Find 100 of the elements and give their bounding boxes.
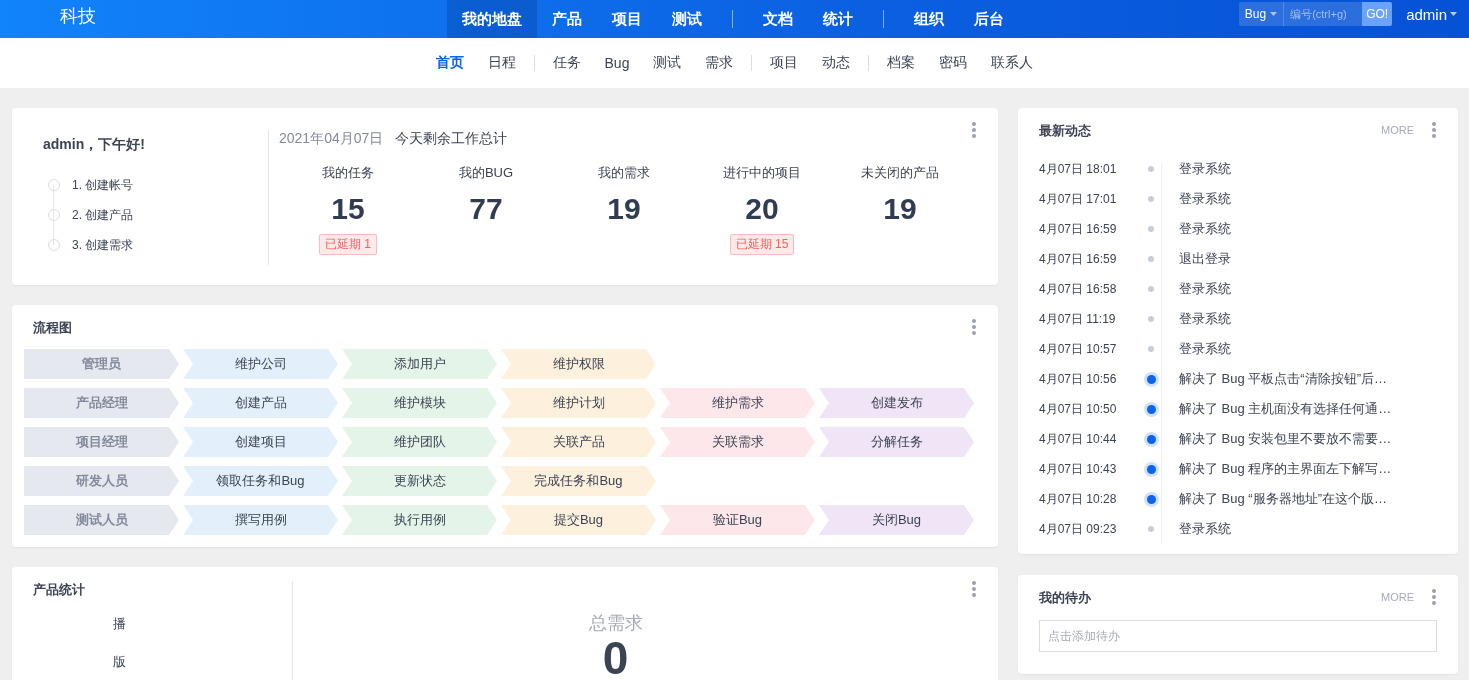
more-options-icon[interactable] [1432,122,1436,138]
flow-step[interactable]: 创建产品 [183,388,338,418]
activity-text: 解决了 Bug 程序的主界面左下解写… [1179,460,1392,478]
flow-step[interactable]: 更新状态 [342,466,497,496]
flow-step[interactable]: 维护公司 [183,349,338,379]
flow-step[interactable]: 完成任务和Bug [501,466,656,496]
flow-step[interactable]: 维护需求 [660,388,815,418]
flow-step[interactable]: 撰写用例 [183,505,338,535]
product-item[interactable]: 版 [113,653,292,671]
subnav-tab[interactable]: 项目 [758,54,811,72]
type-dropdown[interactable]: Bug [1238,2,1285,26]
caret-icon [1450,12,1457,16]
more-options-icon[interactable] [972,319,976,335]
stat-value: 20 [745,192,779,226]
activity-text: 登录系统 [1179,190,1231,208]
greeting: admin，下午好! [43,136,146,154]
delayed-badge: 已延期 1 [319,234,377,255]
step-label: 2. 创建产品 [72,206,134,224]
total-value: 0 [602,635,629,680]
flow-step[interactable]: 关闭Bug [819,505,974,535]
activity-time: 4月07日 10:57 [1039,340,1118,358]
nav-tab[interactable]: 产品 [537,0,597,38]
role-label: 管理员 [24,349,179,379]
add-todo-field[interactable]: 点击添加待办 [1039,620,1437,652]
activity-time: 4月07日 10:28 [1039,490,1118,508]
activity-text: 登录系统 [1179,280,1231,298]
activity-time: 4月07日 10:56 [1039,370,1118,388]
role-label: 项目经理 [24,427,179,457]
flow-step[interactable]: 创建项目 [183,427,338,457]
activity-text: 解决了 Bug “服务器地址”在这个版… [1179,490,1387,508]
nav-tab[interactable]: 测试 [657,0,717,38]
activity-text: 解决了 Bug 安装包里不要放不需要… [1179,430,1392,448]
nav-tab[interactable]: 统计 [808,0,868,38]
activity-text: 登录系统 [1179,520,1231,538]
subnav-tab[interactable]: 测试 [641,54,694,72]
product-item[interactable]: 播 [113,615,292,633]
subnav-tab[interactable]: 首页 [423,54,476,72]
nav-tab[interactable]: 后台 [959,0,1019,38]
flow-step[interactable]: 维护模块 [342,388,497,418]
more-options-icon[interactable] [972,122,976,138]
subnav-tab[interactable]: 动态 [810,54,863,72]
card-title: 产品统计 [33,581,85,599]
subnav-tab[interactable]: 档案 [875,54,928,72]
flow-step[interactable]: 添加用户 [342,349,497,379]
nav-tab[interactable]: 组织 [899,0,959,38]
flow-step[interactable]: 维护权限 [501,349,656,379]
step-label: 3. 创建需求 [72,236,134,254]
activity-text: 退出登录 [1179,250,1231,268]
stat-value: 19 [883,192,917,226]
activity-text: 解决了 Bug 平板点击“清除按钮”后… [1179,370,1387,388]
activity-text: 解决了 Bug 主机面没有选择任何通… [1179,400,1392,418]
nav-tab[interactable]: 文档 [748,0,808,38]
subnav-tab[interactable]: 联系人 [979,54,1046,72]
step-label: 1. 创建帐号 [72,176,134,194]
card-title: 最新动态 [1039,122,1091,140]
subnav-tab[interactable]: 需求 [693,54,746,72]
flow-step[interactable]: 执行用例 [342,505,497,535]
role-label: 测试人员 [24,505,179,535]
more-options-icon[interactable] [972,581,976,597]
activity-time: 4月07日 11:19 [1039,310,1117,328]
summary-title: 今天剩余工作总计 [395,130,508,148]
activity-time: 4月07日 10:44 [1039,430,1118,448]
subnav-tab[interactable]: 任务 [540,54,593,72]
activity-time: 4月07日 10:43 [1039,460,1118,478]
logo: 科技 [60,5,96,28]
subnav-tab[interactable]: Bug [592,54,642,72]
role-label: 产品经理 [24,388,179,418]
subnav-tab[interactable]: 密码 [927,54,980,72]
nav-tab[interactable]: 项目 [597,0,657,38]
flow-step[interactable]: 领取任务和Bug [183,466,338,496]
stat-value: 15 [331,192,365,226]
caret-icon [1270,12,1278,16]
delayed-badge: 已延期 15 [729,234,795,255]
nav-tab[interactable]: 我的地盘 [447,0,537,38]
card-title: 我的待办 [1039,589,1091,607]
flow-step[interactable]: 维护团队 [342,427,497,457]
activity-time: 4月07日 10:50 [1039,400,1118,418]
stat-label: 我的BUG [458,164,514,182]
flow-step[interactable]: 验证Bug [660,505,815,535]
role-label: 研发人员 [24,466,179,496]
flow-step[interactable]: 关联产品 [501,427,656,457]
stat-label: 我的任务 [322,164,374,182]
flow-step[interactable]: 维护计划 [501,388,656,418]
flow-step[interactable]: 关联需求 [660,427,815,457]
flow-step[interactable]: 创建发布 [819,388,974,418]
activity-text: 登录系统 [1179,310,1231,328]
user-menu[interactable]: admin [1406,5,1457,23]
activity-text: 登录系统 [1179,160,1231,178]
activity-time: 4月07日 09:23 [1039,520,1118,538]
stat-value: 19 [607,192,641,226]
subnav-tab[interactable]: 日程 [475,54,528,72]
card-title: 流程图 [33,319,72,337]
activity-time: 4月07日 16:58 [1039,280,1118,298]
activity-text: 登录系统 [1179,340,1231,358]
flow-step[interactable]: 提交Bug [501,505,656,535]
stat-label: 未关闭的产品 [861,164,939,182]
activity-time: 4月07日 16:59 [1039,250,1118,268]
activity-text: 登录系统 [1179,220,1231,238]
more-options-icon[interactable] [1432,589,1436,605]
flow-step[interactable]: 分解任务 [819,427,974,457]
